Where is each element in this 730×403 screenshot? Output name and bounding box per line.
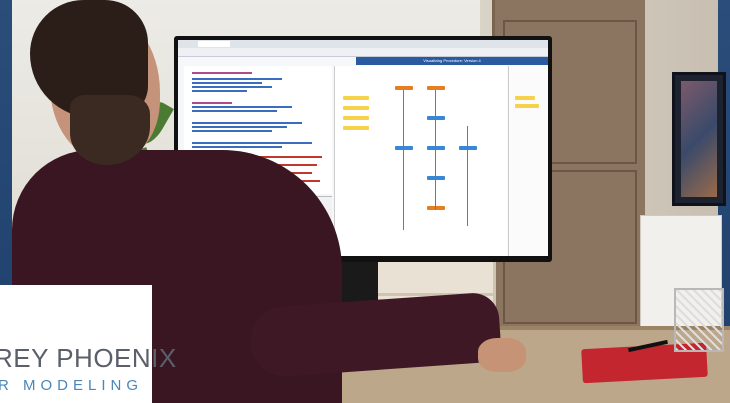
photo-scene: Visualizing Procedure: Version 4 REY PHO… bbox=[0, 0, 730, 403]
wire-basket bbox=[674, 288, 724, 352]
app-title-bar: Visualizing Procedure: Version 4 bbox=[356, 57, 548, 65]
browser-tab bbox=[198, 41, 230, 47]
television bbox=[672, 72, 726, 206]
flowchart-panel bbox=[334, 66, 507, 256]
logo-tagline-text: R MODELING bbox=[0, 377, 144, 394]
side-panel bbox=[508, 66, 548, 256]
app-toolbar bbox=[178, 48, 548, 57]
company-logo: REY PHOENIX R MODELING bbox=[0, 285, 176, 403]
browser-tabbar bbox=[178, 40, 548, 48]
logo-name-text: REY PHOENIX bbox=[0, 343, 177, 373]
person-hand bbox=[478, 338, 526, 372]
